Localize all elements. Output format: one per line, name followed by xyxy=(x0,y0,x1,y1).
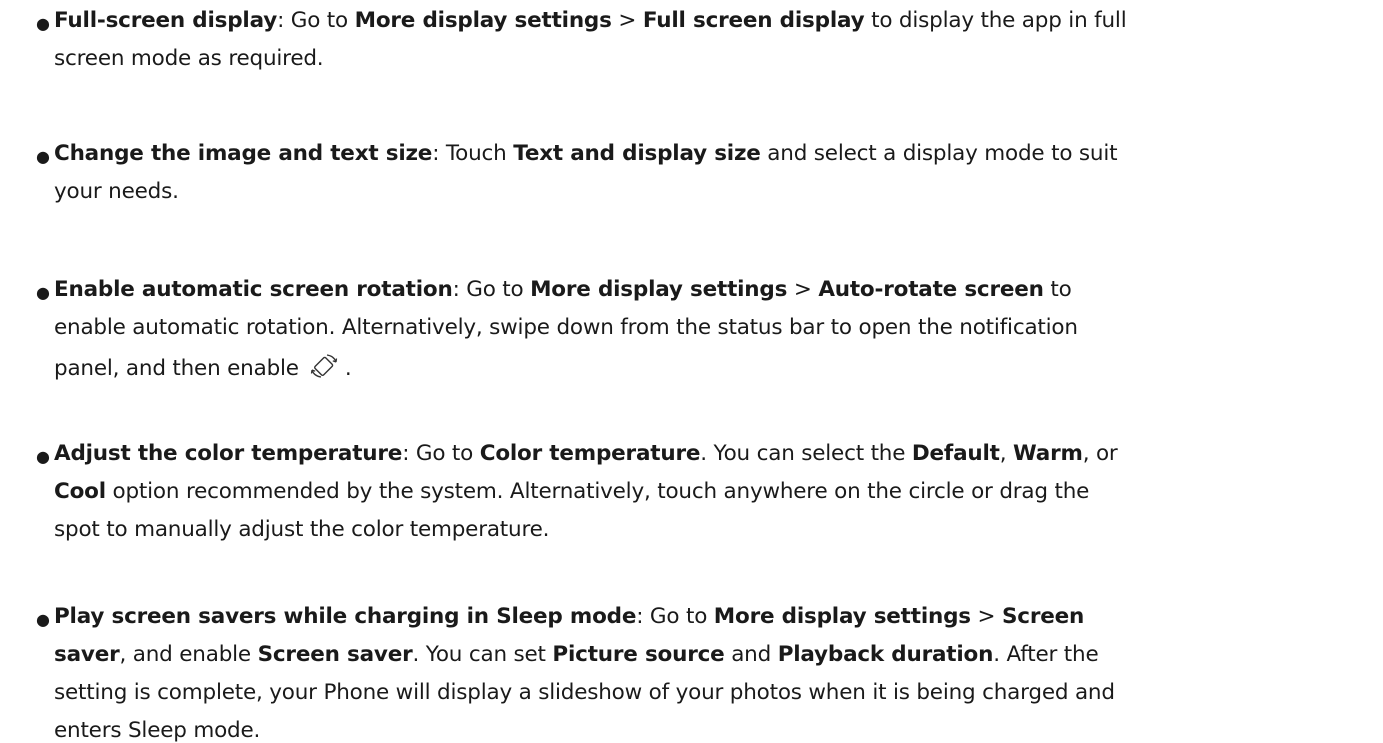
bold-term: More display settings xyxy=(354,8,612,33)
text-line: your needs. xyxy=(54,179,179,204)
text-run: and select a display mode to suit xyxy=(760,141,1118,166)
text-run: . xyxy=(344,356,352,381)
bold-term: Adjust the color temperature xyxy=(54,441,403,466)
text-run: : Go to xyxy=(277,8,355,33)
text-run: setting is complete, your Phone will dis… xyxy=(54,680,1115,705)
bold-term: saver xyxy=(54,642,120,667)
bold-term: Cool xyxy=(54,479,106,504)
text-line: saver, and enable Screen saver. You can … xyxy=(54,642,1099,667)
bold-term: More display settings xyxy=(713,604,971,629)
text-line: setting is complete, your Phone will dis… xyxy=(54,680,1115,705)
text-line: screen mode as required. xyxy=(54,46,324,71)
text-run: enable automatic rotation. Alternatively… xyxy=(54,315,1078,340)
auto-rotate-icon xyxy=(310,354,337,378)
text-line: panel, and then enable. xyxy=(54,353,352,381)
settings-help-document: ● Full-screen display: Go to More display… xyxy=(0,0,1383,743)
bold-term: Warm xyxy=(1013,441,1083,466)
text-run: > xyxy=(970,604,1002,629)
text-run: spot to manually adjust the color temper… xyxy=(54,517,550,542)
text-run: , and enable xyxy=(119,642,258,667)
bold-term: Full-screen display xyxy=(54,8,278,33)
bold-term: Full screen display xyxy=(642,8,865,33)
bullet-dot: ● xyxy=(36,610,50,629)
text-run: screen mode as required. xyxy=(54,46,324,71)
text-run: option recommended by the system. Altern… xyxy=(105,479,1090,504)
text-run: : Go to xyxy=(636,604,714,629)
text-run: . You can select the xyxy=(700,441,912,466)
text-run: > xyxy=(611,8,643,33)
text-run: : Touch xyxy=(432,141,514,166)
text-line: enable automatic rotation. Alternatively… xyxy=(54,315,1078,340)
text-line: spot to manually adjust the color temper… xyxy=(54,517,549,542)
bullet-dot: ● xyxy=(36,147,50,166)
bold-term: Auto-rotate screen xyxy=(818,277,1044,302)
text-line: enters Sleep mode. xyxy=(54,718,260,743)
text-run: panel, and then enable xyxy=(54,356,299,381)
text-run: > xyxy=(787,277,819,302)
text-line: Full-screen display: Go to More display … xyxy=(54,8,1127,33)
text-run: enters Sleep mode. xyxy=(54,718,261,743)
text-run: : Go to xyxy=(402,441,480,466)
text-run: . After the xyxy=(993,642,1099,667)
bullet-dot: ● xyxy=(36,14,50,33)
bold-term: Text and display size xyxy=(513,141,761,166)
bold-term: Play screen savers while charging in Sle… xyxy=(54,604,637,629)
text-run: and xyxy=(724,642,778,667)
bold-term: Screen xyxy=(1002,604,1085,629)
bold-term: Enable automatic screen rotation xyxy=(54,277,453,302)
text-run: : Go to xyxy=(452,277,531,302)
text-line: Play screen savers while charging in Sle… xyxy=(54,604,1084,629)
text-run: to xyxy=(1043,277,1072,302)
text-run: to display the app in full xyxy=(864,8,1127,33)
text-run: your needs. xyxy=(54,179,179,204)
bullet-dot: ● xyxy=(36,283,50,302)
text-run: , xyxy=(999,441,1014,466)
bullet-dot: ● xyxy=(36,447,50,466)
text-run: . You can set xyxy=(412,642,553,667)
text-line: Cool option recommended by the system. A… xyxy=(54,479,1089,504)
bold-term: Playback duration xyxy=(777,642,994,667)
bold-term: Default xyxy=(911,441,1000,466)
bold-term: Picture source xyxy=(552,642,725,667)
text-line: Adjust the color temperature: Go to Colo… xyxy=(54,441,1118,466)
text-line: Enable automatic screen rotation: Go to … xyxy=(54,277,1072,302)
bold-term: Change the image and text size xyxy=(54,141,433,166)
bold-term: Screen saver xyxy=(257,642,413,667)
bold-term: More display settings xyxy=(530,277,788,302)
bold-term: Color temperature xyxy=(479,441,701,466)
text-line: Change the image and text size: Touch Te… xyxy=(54,141,1118,166)
text-run: , or xyxy=(1082,441,1118,466)
